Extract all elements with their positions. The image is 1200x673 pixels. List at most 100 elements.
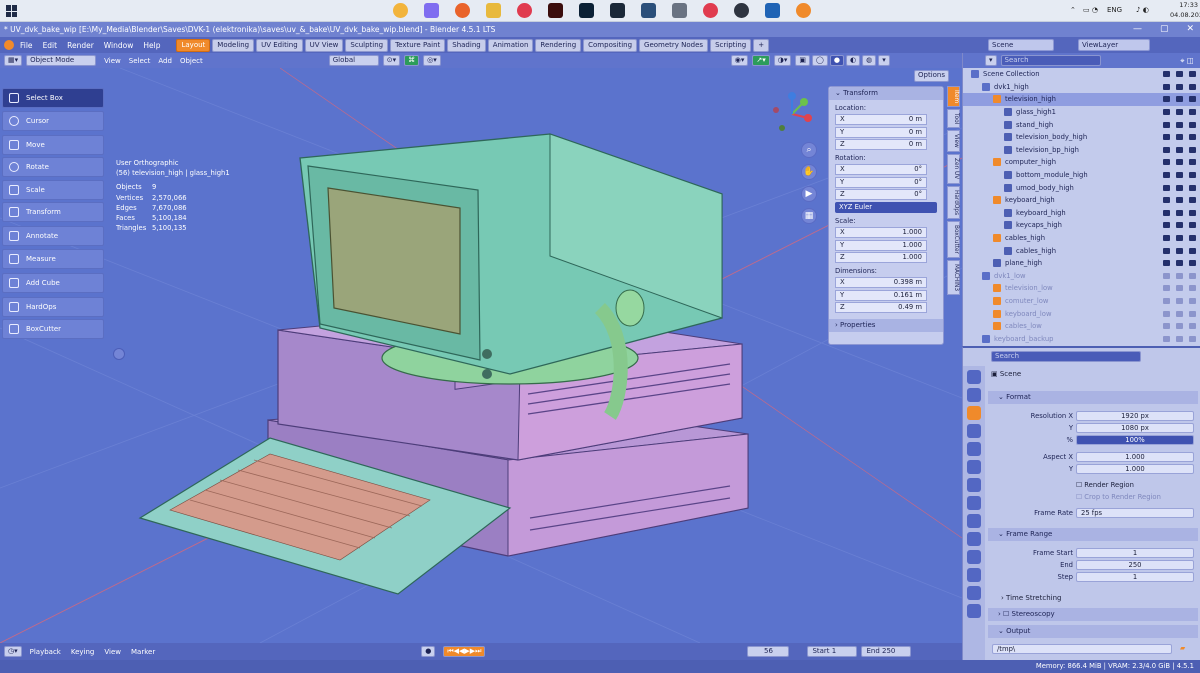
obs-icon[interactable] <box>734 3 749 18</box>
camera-icon[interactable] <box>1189 297 1196 304</box>
camera-icon[interactable] <box>1189 172 1196 179</box>
visibility-toggles[interactable] <box>1163 121 1196 128</box>
checkbox-icon[interactable] <box>1163 96 1170 103</box>
eye-icon[interactable] <box>1176 247 1183 254</box>
location-z-field[interactable]: Z0 m <box>835 139 927 150</box>
outliner-row[interactable]: bottom_module_high <box>963 169 1200 182</box>
checkbox-icon[interactable] <box>1163 184 1170 191</box>
eye-icon[interactable] <box>1176 159 1183 166</box>
frame-end-field[interactable]: 250 <box>1076 560 1194 570</box>
panel-header[interactable]: ⌄ Transform <box>829 87 943 100</box>
visibility-toggles[interactable] <box>1163 222 1196 229</box>
dimension-x-field[interactable]: X 0.398 m <box>835 277 927 288</box>
tool-boxcutter[interactable]: BoxCutter <box>2 319 104 339</box>
checkbox-icon[interactable] <box>1163 134 1170 141</box>
resolution-y-field[interactable]: 1080 px <box>1076 423 1194 433</box>
camera-icon[interactable] <box>1189 323 1196 330</box>
tool-select-box[interactable]: Select Box <box>2 88 104 108</box>
checkbox-icon[interactable] <box>1163 323 1170 330</box>
visibility-toggles[interactable] <box>1163 134 1196 141</box>
proportional-button[interactable]: ◎▾ <box>423 55 441 66</box>
visibility-toggles[interactable] <box>1163 335 1196 342</box>
outliner-row[interactable]: television_body_high <box>963 131 1200 144</box>
tool-move[interactable]: Move <box>2 134 104 155</box>
record-button[interactable]: ● <box>421 646 436 657</box>
eye-icon[interactable] <box>1176 109 1183 116</box>
eye-icon[interactable] <box>1176 323 1183 330</box>
rotation-y-field[interactable]: Y 0° <box>835 176 927 188</box>
menu-file[interactable]: File <box>20 41 33 50</box>
eye-icon[interactable] <box>1176 260 1183 267</box>
outliner-row[interactable]: comuter_low <box>963 295 1200 308</box>
keying-menu[interactable]: Keying <box>71 648 95 656</box>
physics-icon[interactable] <box>967 550 981 564</box>
eye-icon[interactable] <box>1176 83 1183 90</box>
eye-icon[interactable] <box>1176 285 1183 292</box>
orientation-selector[interactable]: Global <box>328 55 379 66</box>
visibility-toggles[interactable] <box>1163 83 1196 90</box>
frame-start-field[interactable]: 1 <box>1076 548 1194 558</box>
frame-rate-dropdown[interactable]: 25 fps <box>1076 508 1194 518</box>
menu-window[interactable]: Window <box>104 41 134 50</box>
clock[interactable]: 17:3304.08.2025 <box>1170 0 1200 20</box>
view-layer-icon[interactable] <box>967 424 981 438</box>
shading-options-button[interactable]: ▾ <box>878 55 890 66</box>
checkbox-icon[interactable] <box>1163 71 1170 78</box>
windows-start-icon[interactable] <box>6 5 18 17</box>
camera-icon[interactable] <box>1189 83 1196 90</box>
scale-y-field[interactable]: Y 1.000 <box>835 239 927 251</box>
music-app-2-icon[interactable] <box>703 3 718 18</box>
davinci-icon[interactable] <box>641 3 656 18</box>
checkbox-icon[interactable] <box>1163 247 1170 254</box>
outliner-row[interactable]: cables_high <box>963 232 1200 245</box>
menu-add[interactable]: Add <box>158 57 172 65</box>
camera-icon[interactable]: ▶ <box>801 186 817 202</box>
visibility-toggles[interactable] <box>1163 109 1196 116</box>
file-explorer-icon[interactable] <box>486 3 501 18</box>
clock-app-icon[interactable] <box>393 3 408 18</box>
stereoscopy-header[interactable]: › ☐ Stereoscopy <box>988 608 1198 621</box>
checkbox-icon[interactable] <box>1163 146 1170 153</box>
photoshop-icon[interactable] <box>579 3 594 18</box>
folder-icon[interactable]: ▰ <box>1180 644 1185 652</box>
pan-hand-icon[interactable]: ✋ <box>801 164 817 180</box>
eye-icon[interactable] <box>1176 134 1183 141</box>
end-frame-field[interactable]: End 250 <box>861 646 912 657</box>
camera-icon[interactable] <box>1189 222 1196 229</box>
rotation-z-field[interactable]: Z 0° <box>835 189 927 200</box>
data-icon[interactable] <box>967 586 981 600</box>
checkbox-icon[interactable] <box>1163 222 1170 229</box>
tab-geometry-nodes[interactable]: Geometry Nodes <box>639 38 709 52</box>
camera-icon[interactable] <box>1189 335 1196 342</box>
eye-icon[interactable] <box>1176 297 1183 304</box>
outliner-row[interactable]: keyboard_low <box>963 307 1200 320</box>
gizmo-button[interactable]: ↗▾ <box>752 55 770 66</box>
blender-logo-icon[interactable] <box>4 40 14 50</box>
timeline-editor-button[interactable]: ◷▾ <box>4 646 22 657</box>
outliner-row[interactable]: cables_high <box>963 244 1200 257</box>
collection-icon[interactable] <box>967 478 981 492</box>
scale-z-field[interactable]: Z 1.000 <box>835 252 927 263</box>
firefox-icon[interactable] <box>455 3 470 18</box>
camera-icon[interactable] <box>1189 197 1196 204</box>
camera-icon[interactable] <box>1189 272 1196 279</box>
tab-animation[interactable]: Animation <box>487 38 534 52</box>
object-icon[interactable] <box>967 496 981 510</box>
format-panel-header[interactable]: ⌄ Format <box>988 391 1198 404</box>
eye-icon[interactable] <box>1176 272 1183 279</box>
illustrator-icon[interactable] <box>548 3 563 18</box>
eye-icon[interactable] <box>1176 310 1183 317</box>
frame-step-field[interactable]: 1 <box>1076 572 1194 582</box>
overlay-button[interactable]: ◑▾ <box>773 55 792 66</box>
tab-rendering[interactable]: Rendering <box>535 38 582 52</box>
outliner-row[interactable]: plane_high <box>963 257 1200 270</box>
outliner-row[interactable]: television_low <box>963 282 1200 295</box>
view-menu[interactable]: View <box>104 648 121 656</box>
menu-select[interactable]: Select <box>129 57 151 65</box>
tab-tool[interactable]: Tool <box>947 109 960 129</box>
outliner-row[interactable]: television_high <box>963 93 1200 106</box>
dimension-z-field[interactable]: Z 0.49 m <box>835 302 927 313</box>
checkbox-icon[interactable] <box>1163 197 1170 204</box>
start-frame-field[interactable]: Start 1 <box>807 646 858 657</box>
vpn-icon[interactable] <box>765 3 780 18</box>
